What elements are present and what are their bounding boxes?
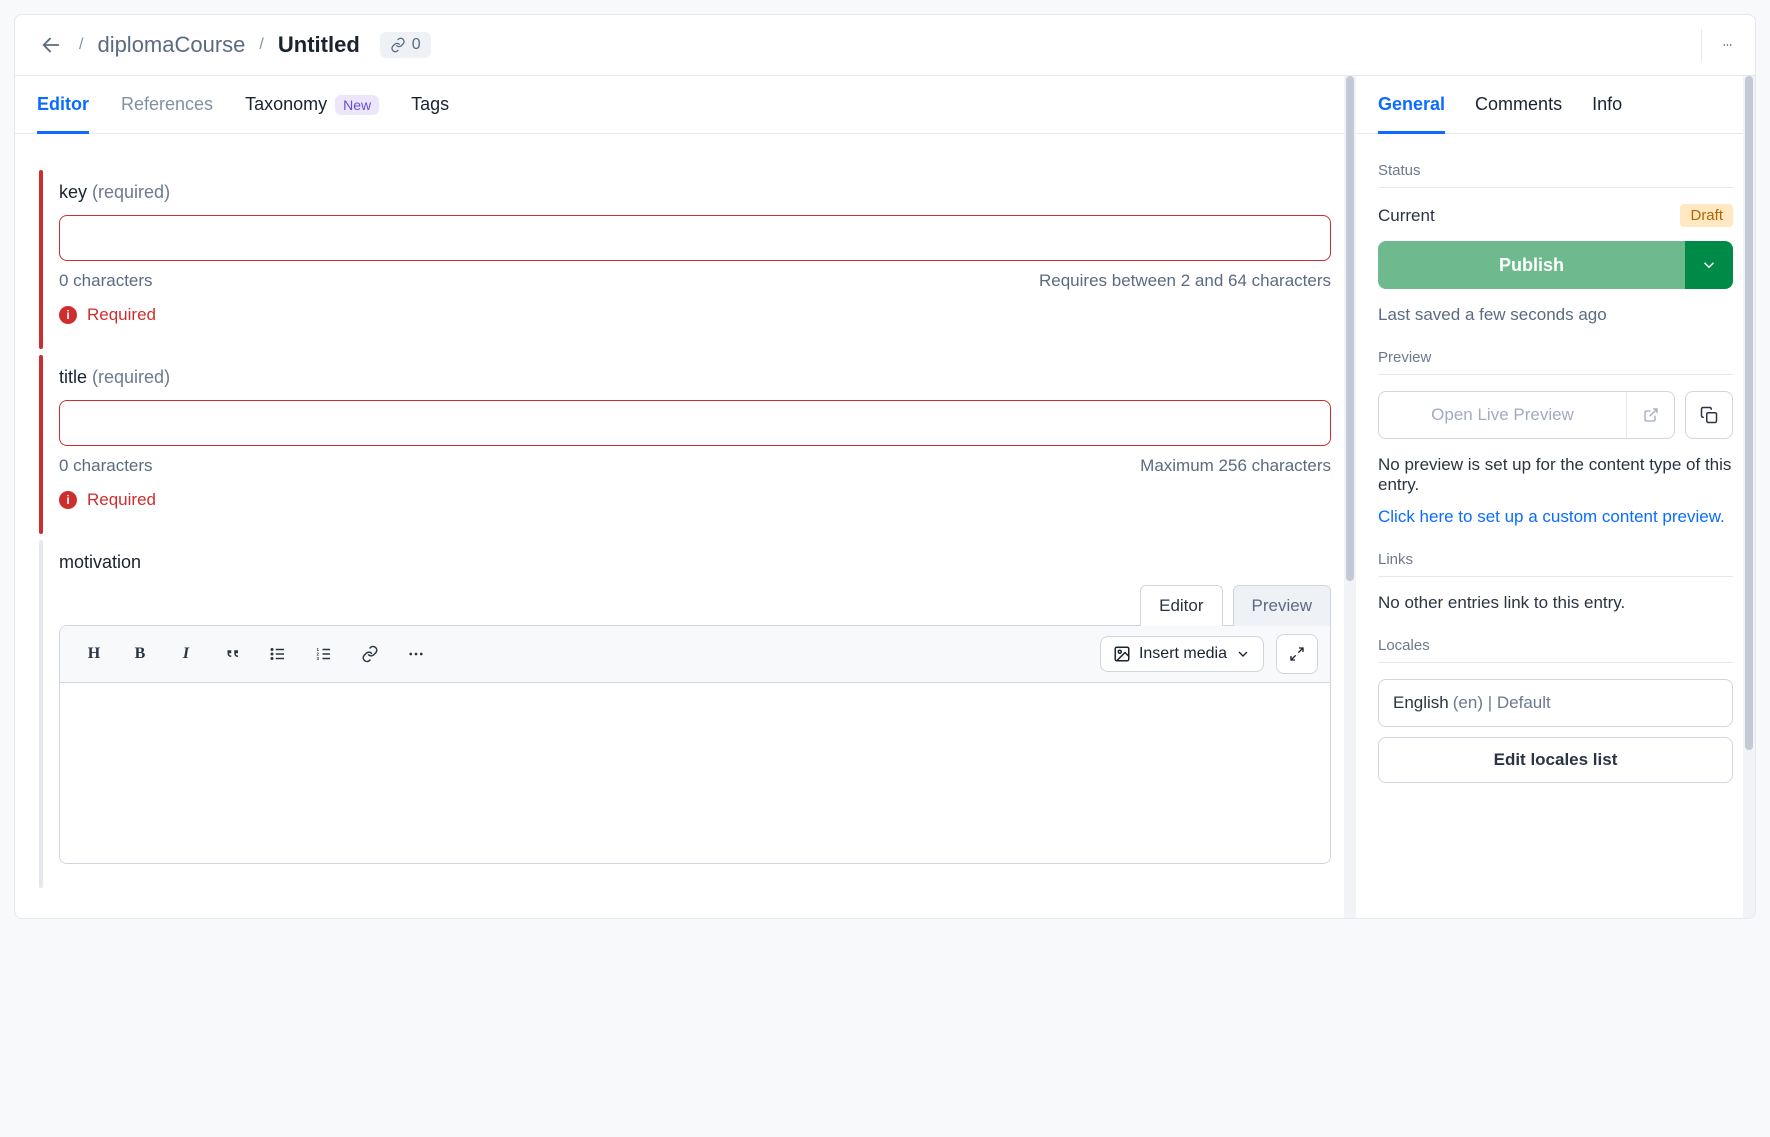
scrollbar-thumb[interactable]: [1745, 76, 1753, 750]
tab-taxonomy[interactable]: Taxonomy New: [245, 76, 379, 134]
link-icon: [361, 645, 379, 663]
insert-media-button[interactable]: Insert media: [1100, 636, 1264, 672]
locale-suffix: (en) | Default: [1453, 693, 1551, 713]
dots-horizontal-icon: [407, 645, 425, 663]
tab-tags[interactable]: Tags: [411, 76, 449, 134]
list-bullet-icon: [269, 645, 287, 663]
title-char-counter: 0 characters: [59, 456, 153, 476]
open-live-preview-button[interactable]: Open Live Preview: [1378, 391, 1675, 439]
heading-button[interactable]: H: [72, 636, 116, 672]
breadcrumb-current: Untitled: [278, 32, 360, 58]
setup-preview-link[interactable]: Click here to set up a custom content pr…: [1378, 507, 1733, 527]
key-char-counter: 0 characters: [59, 271, 153, 291]
section-links-heading: Links: [1378, 551, 1733, 577]
title-char-hint: Maximum 256 characters: [1140, 456, 1331, 476]
section-locales-heading: Locales: [1378, 637, 1733, 663]
required-indicator: (required): [92, 182, 170, 202]
more-format-button[interactable]: [394, 636, 438, 672]
field-key: key (required) 0 characters Requires bet…: [39, 170, 1331, 349]
required-indicator: (required): [92, 367, 170, 387]
external-link-icon: [1643, 407, 1659, 423]
insert-media-label: Insert media: [1139, 645, 1227, 663]
copy-icon: [1700, 406, 1718, 424]
link-button[interactable]: [348, 636, 392, 672]
svg-text:3: 3: [317, 656, 320, 661]
tab-general[interactable]: General: [1378, 76, 1445, 134]
section-status-heading: Status: [1378, 162, 1733, 188]
field-title-label-text: title: [59, 367, 87, 387]
field-motivation: motivation Editor Preview H B I: [39, 540, 1331, 888]
quote-button[interactable]: [210, 636, 254, 672]
breadcrumb: / diplomaCourse / Untitled 0: [37, 31, 431, 59]
field-motivation-label: motivation: [59, 552, 1331, 573]
sidebar: ▲ ▲ General Comments Info Status Curre: [1355, 76, 1755, 918]
dots-horizontal-icon: [1722, 35, 1733, 55]
section-preview-heading: Preview: [1378, 349, 1733, 375]
links-note: No other entries link to this entry.: [1378, 593, 1733, 613]
preview-note: No preview is set up for the content typ…: [1378, 455, 1733, 495]
editor-pane: Editor References Taxonomy New Tags key …: [15, 76, 1355, 918]
status-current-label: Current: [1378, 206, 1435, 226]
title-input[interactable]: [59, 400, 1331, 446]
richtext-toolbar: H B I 123: [60, 626, 1330, 683]
key-input[interactable]: [59, 215, 1331, 261]
richtext-tab-preview[interactable]: Preview: [1233, 585, 1331, 626]
tab-references[interactable]: References: [121, 76, 213, 134]
field-title: title (required) 0 characters Maximum 25…: [39, 355, 1331, 534]
chevron-down-icon: [1700, 256, 1718, 274]
content-tabs: Editor References Taxonomy New Tags: [15, 76, 1355, 134]
tab-editor[interactable]: Editor: [37, 76, 89, 134]
field-key-label-text: key: [59, 182, 87, 202]
richtext-tab-editor[interactable]: Editor: [1140, 585, 1222, 626]
error-icon: i: [59, 306, 77, 324]
title-error-text: Required: [87, 490, 156, 510]
field-title-label: title (required): [59, 367, 1331, 388]
last-saved-text: Last saved a few seconds ago: [1378, 305, 1733, 325]
bullet-list-button[interactable]: [256, 636, 300, 672]
breadcrumb-parent[interactable]: diplomaCourse: [97, 32, 245, 58]
locale-lang: English: [1393, 693, 1449, 713]
image-icon: [1113, 645, 1131, 663]
breadcrumb-separator: /: [79, 36, 83, 54]
sidebar-tabs: General Comments Info: [1356, 76, 1755, 134]
field-key-label: key (required): [59, 182, 1331, 203]
bold-button[interactable]: B: [118, 636, 162, 672]
italic-button[interactable]: I: [164, 636, 208, 672]
breadcrumb-separator: /: [259, 36, 263, 54]
reference-count: 0: [412, 36, 421, 54]
key-error-text: Required: [87, 305, 156, 325]
list-ordered-icon: 123: [315, 645, 333, 663]
publish-dropdown-button[interactable]: [1685, 241, 1733, 289]
scrollbar[interactable]: ▲: [1743, 76, 1755, 918]
ordered-list-button[interactable]: 123: [302, 636, 346, 672]
chevron-down-icon: [1235, 646, 1251, 662]
tab-taxonomy-label: Taxonomy: [245, 94, 327, 115]
more-actions-button[interactable]: [1701, 29, 1733, 61]
link-icon: [390, 37, 406, 53]
open-live-preview-label: Open Live Preview: [1379, 405, 1626, 425]
tab-info[interactable]: Info: [1592, 76, 1622, 134]
back-button[interactable]: [37, 31, 65, 59]
scrollbar[interactable]: ▲: [1344, 76, 1356, 918]
status-badge: Draft: [1680, 204, 1733, 227]
richtext-canvas[interactable]: [60, 683, 1330, 863]
publish-button[interactable]: Publish: [1378, 241, 1685, 289]
key-char-hint: Requires between 2 and 64 characters: [1039, 271, 1331, 291]
locale-selector[interactable]: English (en) | Default: [1378, 679, 1733, 727]
tab-comments[interactable]: Comments: [1475, 76, 1562, 134]
scrollbar-thumb[interactable]: [1346, 76, 1354, 581]
arrow-left-icon: [40, 34, 62, 56]
topbar: / diplomaCourse / Untitled 0: [15, 15, 1755, 76]
quote-icon: [223, 645, 241, 663]
edit-locales-button[interactable]: Edit locales list: [1378, 737, 1733, 783]
error-icon: i: [59, 491, 77, 509]
reference-count-pill[interactable]: 0: [380, 32, 431, 58]
expand-icon: [1289, 646, 1305, 662]
expand-editor-button[interactable]: [1276, 634, 1318, 674]
copy-preview-button[interactable]: [1685, 391, 1733, 439]
new-badge: New: [335, 95, 379, 115]
